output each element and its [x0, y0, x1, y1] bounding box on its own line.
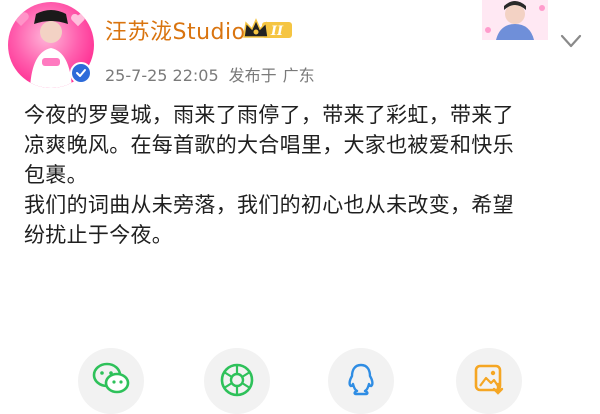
decor-sticker — [482, 0, 548, 40]
post-line: 今夜的罗曼城，雨来了雨停了，带来了彩虹，带来了 — [24, 103, 514, 127]
post-meta: 25-7-25 22:05 发布于 广东 — [105, 62, 315, 86]
qq-icon — [348, 363, 374, 396]
more-button[interactable] — [558, 30, 584, 52]
share-bar — [0, 340, 600, 414]
chevron-down-icon — [560, 34, 582, 48]
person-figure-icon — [30, 10, 72, 88]
post-line: 包裹。 — [24, 163, 88, 187]
location-prefix: 发布于 — [228, 66, 277, 85]
crown-vip-badge-icon[interactable]: II — [242, 17, 294, 43]
post-line: 纷扰止于今夜。 — [24, 223, 174, 247]
author-name[interactable]: 汪苏泷Studio — [105, 14, 246, 46]
share-qq-button[interactable] — [328, 348, 394, 414]
post-line: 凉爽晚风。在每首歌的大合唱里，大家也被爱和快乐 — [24, 133, 514, 157]
save-image-button[interactable] — [456, 348, 522, 414]
moments-icon — [220, 363, 254, 397]
heart-icon — [13, 12, 29, 26]
post-location: 广东 — [282, 66, 315, 85]
heart-icon — [71, 13, 85, 27]
author-avatar[interactable] — [8, 2, 94, 88]
svg-text:II: II — [270, 24, 284, 39]
share-wechat-button[interactable] — [78, 348, 144, 414]
post-content: 今夜的罗曼城，雨来了雨停了，带来了彩虹，带来了 凉爽晚风。在每首歌的大合唱里，大… — [24, 100, 584, 250]
share-moments-button[interactable] — [204, 348, 270, 414]
verified-badge-icon — [70, 62, 92, 84]
save-image-icon — [474, 364, 504, 395]
post-line: 我们的词曲从未旁落，我们的初心也从未改变，希望 — [24, 193, 514, 217]
sticker-icon — [482, 0, 548, 40]
wechat-icon — [92, 362, 130, 394]
post-date: 25-7-25 22:05 — [105, 66, 219, 85]
